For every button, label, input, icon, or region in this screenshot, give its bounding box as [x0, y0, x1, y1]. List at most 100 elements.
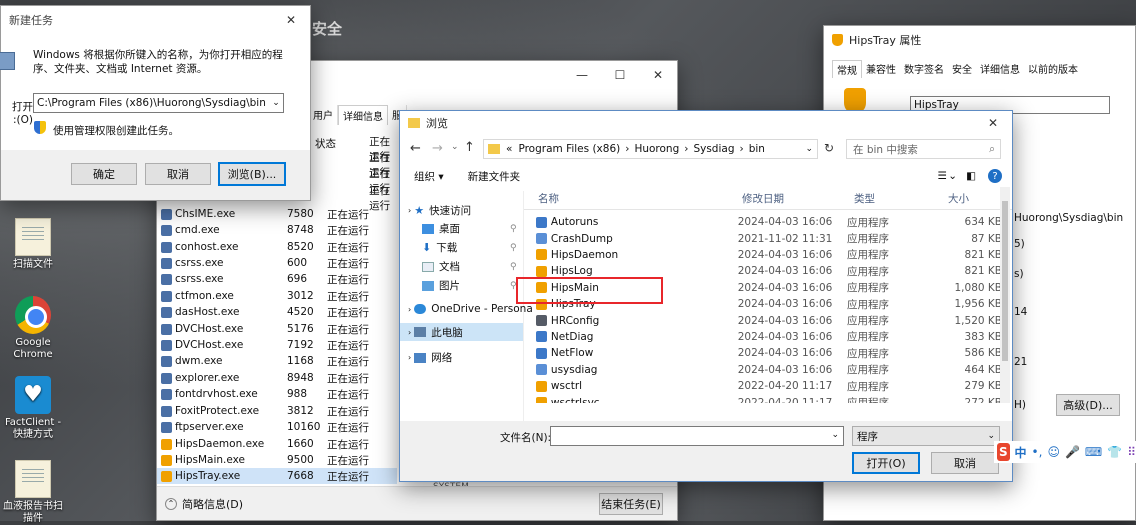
fewer-details-link[interactable]: 简略信息(D): [182, 496, 243, 512]
filename-input[interactable]: ⌄: [550, 426, 844, 446]
up-icon[interactable]: ↑: [464, 140, 475, 155]
table-row[interactable]: HipsDaemon.exe 1660 正在运行: [157, 436, 397, 452]
nav-documents[interactable]: 文档 ⚲: [422, 259, 517, 274]
desktop-icon-factclient[interactable]: ♥ FactClient - 快捷方式: [0, 376, 66, 441]
breadcrumb-overflow[interactable]: «: [506, 143, 512, 155]
cancel-button[interactable]: 取消: [931, 452, 999, 474]
nav-pictures[interactable]: 图片 ⚲: [422, 278, 517, 293]
tab-security[interactable]: 安全: [948, 60, 976, 78]
help-icon[interactable]: ?: [988, 169, 1002, 183]
nav-this-pc[interactable]: › 此电脑: [400, 323, 523, 341]
table-row[interactable]: DVCHost.exe 7192 正在运行: [157, 337, 397, 353]
column-header-date[interactable]: 修改日期: [742, 187, 784, 209]
breadcrumb-item[interactable]: Huorong: [634, 143, 679, 155]
open-button[interactable]: 打开(O): [852, 452, 920, 474]
desktop-icon-scan[interactable]: 扫描文件: [0, 218, 66, 271]
table-row[interactable]: csrss.exe 696 正在运行: [157, 271, 397, 287]
file-type: 应用程序: [847, 216, 889, 229]
recent-locations-icon[interactable]: ⌄: [451, 142, 459, 152]
file-list-scrollbar[interactable]: [1000, 187, 1010, 403]
file-row[interactable]: HipsDaemon 2024-04-03 16:06 应用程序 821 KB: [536, 247, 1002, 263]
file-row[interactable]: wsctrl 2022-04-20 11:17 应用程序 279 KB: [536, 378, 1002, 394]
new-folder-button[interactable]: 新建文件夹: [468, 169, 521, 184]
emoji-icon[interactable]: ☺: [1047, 445, 1060, 459]
tab-details[interactable]: 详细信息: [976, 60, 1024, 78]
table-row[interactable]: HipsMain.exe 9500 正在运行: [157, 452, 397, 468]
nav-quick-access[interactable]: › ★ 快速访问: [408, 203, 471, 218]
nav-label: OneDrive - Persona: [431, 303, 533, 315]
organize-button[interactable]: 组织 ▾: [414, 169, 444, 184]
column-header-type[interactable]: 类型: [854, 187, 875, 209]
keyboard-icon[interactable]: ⌨: [1085, 445, 1102, 459]
tab-details[interactable]: 详细信息: [338, 105, 388, 125]
table-row-selected[interactable]: HipsTray.exe 7668 正在运行: [157, 468, 397, 485]
menu-grid-icon[interactable]: ⠿: [1127, 445, 1136, 459]
table-row[interactable]: dwm.exe 1168 正在运行: [157, 353, 397, 369]
desktop-icon-report[interactable]: 血液报告书扫描件: [0, 460, 66, 525]
close-icon[interactable]: ✕: [272, 6, 310, 34]
search-input[interactable]: 在 bin 中搜索 ⌕: [846, 139, 1001, 159]
ime-language-toggle[interactable]: 中: [1015, 444, 1027, 461]
close-icon[interactable]: ✕: [639, 61, 677, 89]
file-row[interactable]: HRConfig 2024-04-03 16:06 应用程序 1,520 KB: [536, 312, 1002, 328]
table-row[interactable]: DVCHost.exe 5176 正在运行: [157, 321, 397, 337]
skin-icon[interactable]: 👕: [1107, 445, 1122, 459]
column-header-name[interactable]: 名称: [538, 187, 559, 209]
desktop-icon-label: FactClient - 快捷方式: [4, 417, 62, 440]
chevron-down-icon[interactable]: ⌄: [805, 144, 813, 154]
breadcrumb-item[interactable]: bin: [749, 143, 765, 155]
view-options-icon[interactable]: ☰ ⌄: [938, 170, 958, 182]
file-row[interactable]: CrashDump 2021-11-02 11:31 应用程序 87 KB: [536, 230, 1002, 246]
nav-network[interactable]: › 网络: [408, 350, 452, 365]
file-row[interactable]: NetDiag 2024-04-03 16:06 应用程序 383 KB: [536, 329, 1002, 345]
table-row[interactable]: ftpserver.exe 10160 正在运行: [157, 419, 397, 435]
chevron-down-icon[interactable]: ⌄: [269, 98, 283, 108]
desktop-icon-chrome[interactable]: Google Chrome: [0, 296, 66, 361]
table-row[interactable]: explorer.exe 8948 正在运行: [157, 370, 397, 386]
browse-button[interactable]: 浏览(B)...: [218, 162, 286, 186]
forward-icon[interactable]: →: [432, 141, 443, 156]
open-combobox[interactable]: C:\Program Files (x86)\Huorong\Sysdiag\b…: [33, 93, 284, 113]
chevron-up-icon[interactable]: ⌃: [165, 497, 177, 510]
tab-compatibility[interactable]: 兼容性: [862, 60, 900, 78]
table-row[interactable]: ctfmon.exe 3012 正在运行: [157, 288, 397, 304]
end-task-button[interactable]: 结束任务(E): [599, 492, 663, 515]
preview-pane-icon[interactable]: ◧: [966, 170, 976, 182]
nav-downloads[interactable]: ⬇ 下载 ⚲: [422, 240, 517, 255]
tab-previous-versions[interactable]: 以前的版本: [1024, 60, 1082, 78]
file-row[interactable]: usysdiag 2024-04-03 16:06 应用程序 464 KB: [536, 362, 1002, 378]
tab-users[interactable]: 用户: [309, 105, 338, 125]
sogou-logo-icon[interactable]: S: [997, 443, 1010, 461]
tab-digital-signatures[interactable]: 数字签名: [900, 60, 948, 78]
column-header-size[interactable]: 大小: [948, 187, 969, 209]
maximize-icon[interactable]: ☐: [601, 61, 639, 89]
minimize-icon[interactable]: —: [563, 61, 601, 89]
file-row[interactable]: Autoruns 2024-04-03 16:06 应用程序 634 KB: [536, 214, 1002, 230]
cancel-button[interactable]: 取消: [145, 163, 211, 185]
table-row[interactable]: FoxitProtect.exe 3812 正在运行: [157, 403, 397, 419]
table-row[interactable]: csrss.exe 600 正在运行: [157, 255, 397, 271]
address-bar[interactable]: « Program Files (x86) › Huorong › Sysdiag ›…: [483, 139, 818, 159]
tab-general[interactable]: 常规: [832, 60, 862, 78]
breadcrumb-item[interactable]: Sysdiag: [693, 143, 734, 155]
file-row[interactable]: wsctrlsvc 2022-04-20 11:17 应用程序 272 KB: [536, 394, 1002, 403]
filetype-select[interactable]: 程序 ⌄: [852, 426, 1000, 446]
table-row[interactable]: dasHost.exe 4520 正在运行: [157, 304, 397, 320]
table-row[interactable]: ChsIME.exe 7580 正在运行: [157, 206, 397, 222]
nav-desktop[interactable]: 桌面 ⚲: [422, 221, 517, 236]
table-row[interactable]: fontdrvhost.exe 988 正在运行: [157, 386, 397, 402]
punctuation-icon[interactable]: •,: [1032, 445, 1043, 459]
advanced-button[interactable]: 高级(D)...: [1056, 394, 1120, 416]
table-row[interactable]: conhost.exe 8520 正在运行: [157, 239, 397, 255]
close-icon[interactable]: ✕: [974, 111, 1012, 135]
chevron-down-icon[interactable]: ⌄: [831, 430, 839, 440]
ok-button[interactable]: 确定: [71, 163, 137, 185]
back-icon[interactable]: ←: [410, 141, 421, 156]
refresh-icon[interactable]: ↻: [824, 141, 834, 155]
table-row[interactable]: cmd.exe 8748 正在运行: [157, 222, 397, 238]
nav-onedrive[interactable]: › OneDrive - Persona: [408, 303, 533, 315]
microphone-icon[interactable]: 🎤: [1065, 445, 1080, 459]
scrollbar-thumb[interactable]: [1002, 201, 1008, 361]
breadcrumb-item[interactable]: Program Files (x86): [518, 143, 620, 155]
file-row[interactable]: NetFlow 2024-04-03 16:06 应用程序 586 KB: [536, 345, 1002, 361]
